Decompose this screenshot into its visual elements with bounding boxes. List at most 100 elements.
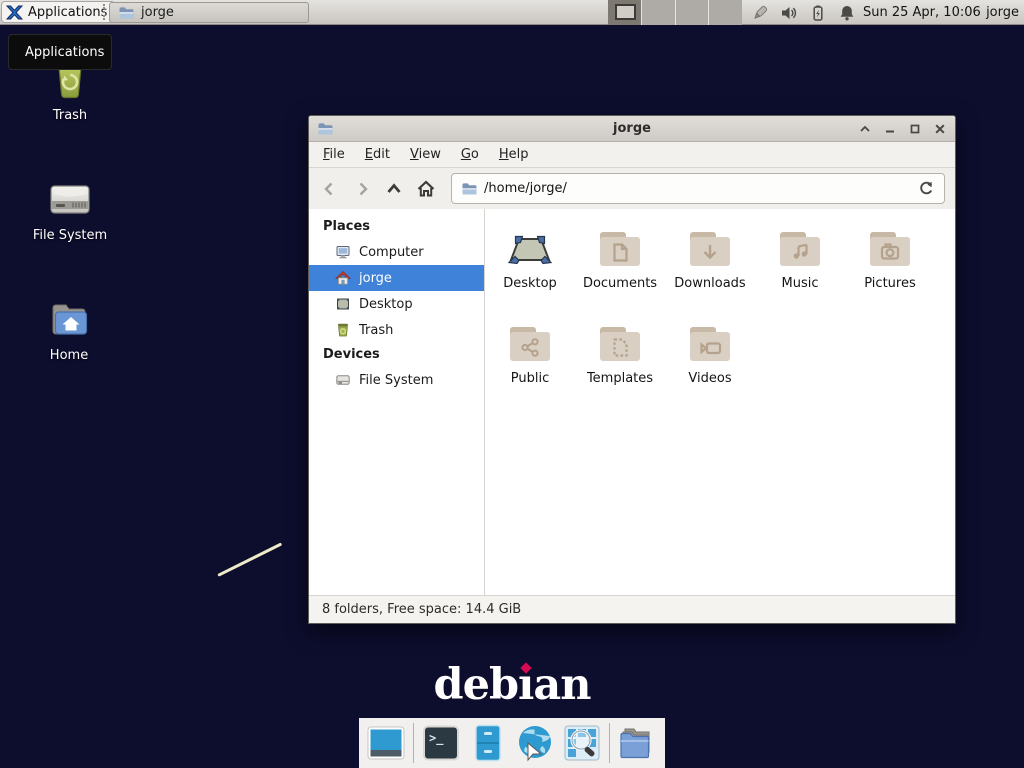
sidebar-item-label: jorge bbox=[359, 271, 392, 286]
top-panel: Applications jorge bbox=[0, 0, 1024, 25]
status-text: 8 folders, Free space: 14.4 GiB bbox=[322, 602, 521, 617]
stylus-icon[interactable] bbox=[751, 4, 769, 22]
file-item-downloads[interactable]: Downloads bbox=[665, 225, 755, 320]
applications-menu-label: Applications bbox=[28, 5, 107, 20]
hard-drive-icon bbox=[335, 372, 351, 388]
sidebar-item-label: Desktop bbox=[359, 297, 413, 312]
folder-stack-icon[interactable] bbox=[617, 723, 657, 763]
sidebar-header-devices: Devices bbox=[309, 343, 484, 367]
system-tray bbox=[751, 0, 856, 25]
file-item-desktop[interactable]: Desktop bbox=[485, 225, 575, 320]
desktop-icon-file-system[interactable]: File System bbox=[24, 175, 116, 243]
workspace-4[interactable] bbox=[709, 0, 742, 25]
sidebar-item-jorge[interactable]: jorge bbox=[309, 265, 484, 291]
workspace-window-preview bbox=[615, 4, 636, 20]
bell-icon[interactable] bbox=[838, 4, 856, 22]
home-icon bbox=[335, 270, 351, 286]
folder-templates-icon bbox=[575, 320, 665, 368]
folder-downloads-icon bbox=[665, 225, 755, 273]
xfce-logo-icon bbox=[6, 4, 23, 21]
folder-music-icon bbox=[755, 225, 845, 273]
menu-go[interactable]: Go bbox=[451, 143, 489, 166]
desktop-icon-label: Trash bbox=[24, 108, 116, 123]
taskbar-window-button[interactable]: jorge bbox=[109, 2, 309, 23]
file-item-label: Videos bbox=[665, 371, 755, 386]
show-desktop-icon[interactable] bbox=[366, 723, 406, 763]
shade-icon[interactable] bbox=[858, 122, 872, 136]
terminal-icon[interactable]: >_ bbox=[421, 723, 461, 763]
folder-pictures-icon bbox=[845, 225, 935, 273]
back-icon[interactable] bbox=[317, 176, 343, 202]
taskbar-window-label: jorge bbox=[141, 5, 174, 20]
file-item-documents[interactable]: Documents bbox=[575, 225, 665, 320]
computer-icon bbox=[335, 244, 351, 260]
desktop-icon bbox=[335, 296, 351, 312]
panel-handle[interactable] bbox=[103, 4, 107, 20]
file-item-label: Public bbox=[485, 371, 575, 386]
desktop-icon-label: Home bbox=[23, 348, 115, 363]
file-item-music[interactable]: Music bbox=[755, 225, 845, 320]
window-controls bbox=[858, 122, 947, 136]
file-item-videos[interactable]: Videos bbox=[665, 320, 755, 415]
minimize-icon[interactable] bbox=[883, 122, 897, 136]
forward-icon[interactable] bbox=[349, 176, 375, 202]
menu-edit[interactable]: Edit bbox=[355, 143, 400, 166]
path-bar[interactable]: /home/jorge/ bbox=[451, 173, 945, 204]
reload-icon[interactable] bbox=[918, 180, 935, 197]
tooltip-text: Applications bbox=[25, 45, 104, 60]
desktop-icon-label: File System bbox=[24, 228, 116, 243]
hard-drive-icon bbox=[24, 175, 116, 223]
web-browser-icon[interactable] bbox=[515, 723, 555, 763]
file-item-label: Pictures bbox=[845, 276, 935, 291]
file-item-label: Music bbox=[755, 276, 845, 291]
sidebar-item-label: Computer bbox=[359, 245, 424, 260]
sidebar-item-desktop[interactable]: Desktop bbox=[309, 291, 484, 317]
statusbar: 8 folders, Free space: 14.4 GiB bbox=[309, 595, 955, 623]
maximize-icon[interactable] bbox=[908, 122, 922, 136]
sidebar-header-places: Places bbox=[309, 215, 484, 239]
file-item-pictures[interactable]: Pictures bbox=[845, 225, 935, 320]
sidebar-item-computer[interactable]: Computer bbox=[309, 239, 484, 265]
workspace-switcher bbox=[608, 0, 742, 25]
file-grid: Desktop Documents bbox=[485, 209, 955, 595]
window-titlebar[interactable]: jorge bbox=[309, 116, 955, 142]
folder-public-icon bbox=[485, 320, 575, 368]
folder-icon bbox=[118, 5, 134, 21]
sidebar-item-trash[interactable]: Trash bbox=[309, 317, 484, 343]
file-cabinet-icon[interactable] bbox=[468, 723, 508, 763]
file-item-public[interactable]: Public bbox=[485, 320, 575, 415]
file-item-templates[interactable]: Templates bbox=[575, 320, 665, 415]
panel-user-menu[interactable]: jorge bbox=[986, 0, 1019, 25]
file-item-label: Downloads bbox=[665, 276, 755, 291]
toolbar: /home/jorge/ bbox=[309, 168, 955, 209]
close-icon[interactable] bbox=[933, 122, 947, 136]
sidebar-item-label: File System bbox=[359, 373, 433, 388]
home-icon[interactable] bbox=[413, 176, 439, 202]
file-manager-window: jorge File Edit View Go Help bbox=[308, 115, 956, 624]
trash-icon bbox=[335, 322, 351, 338]
path-text[interactable]: /home/jorge/ bbox=[484, 181, 567, 196]
dock-separator bbox=[609, 723, 610, 763]
desktop-icon-home[interactable]: Home bbox=[23, 295, 115, 363]
application-finder-icon[interactable] bbox=[562, 723, 602, 763]
sidebar-item-file-system[interactable]: File System bbox=[309, 367, 484, 393]
applications-menu-button[interactable]: Applications bbox=[1, 1, 115, 23]
folder-icon bbox=[461, 181, 477, 197]
workspace-1[interactable] bbox=[608, 0, 642, 25]
sidebar: Places Computer bbox=[309, 209, 485, 595]
menu-file[interactable]: File bbox=[313, 143, 355, 166]
home-folder-icon bbox=[23, 295, 115, 343]
debian-wordmark: debıan bbox=[0, 660, 1024, 710]
volume-icon[interactable] bbox=[780, 4, 798, 22]
terminal-prompt-glyph: >_ bbox=[429, 731, 444, 746]
menu-view[interactable]: View bbox=[400, 143, 451, 166]
battery-charging-icon[interactable] bbox=[809, 4, 827, 22]
folder-documents-icon bbox=[575, 225, 665, 273]
window-content: Places Computer bbox=[309, 209, 955, 595]
panel-clock[interactable]: Sun 25 Apr, 10:06 bbox=[863, 0, 981, 25]
workspace-3[interactable] bbox=[676, 0, 710, 25]
workspace-2[interactable] bbox=[642, 0, 676, 25]
up-icon[interactable] bbox=[381, 176, 407, 202]
menu-help[interactable]: Help bbox=[489, 143, 539, 166]
stray-line-artifact bbox=[217, 542, 282, 576]
